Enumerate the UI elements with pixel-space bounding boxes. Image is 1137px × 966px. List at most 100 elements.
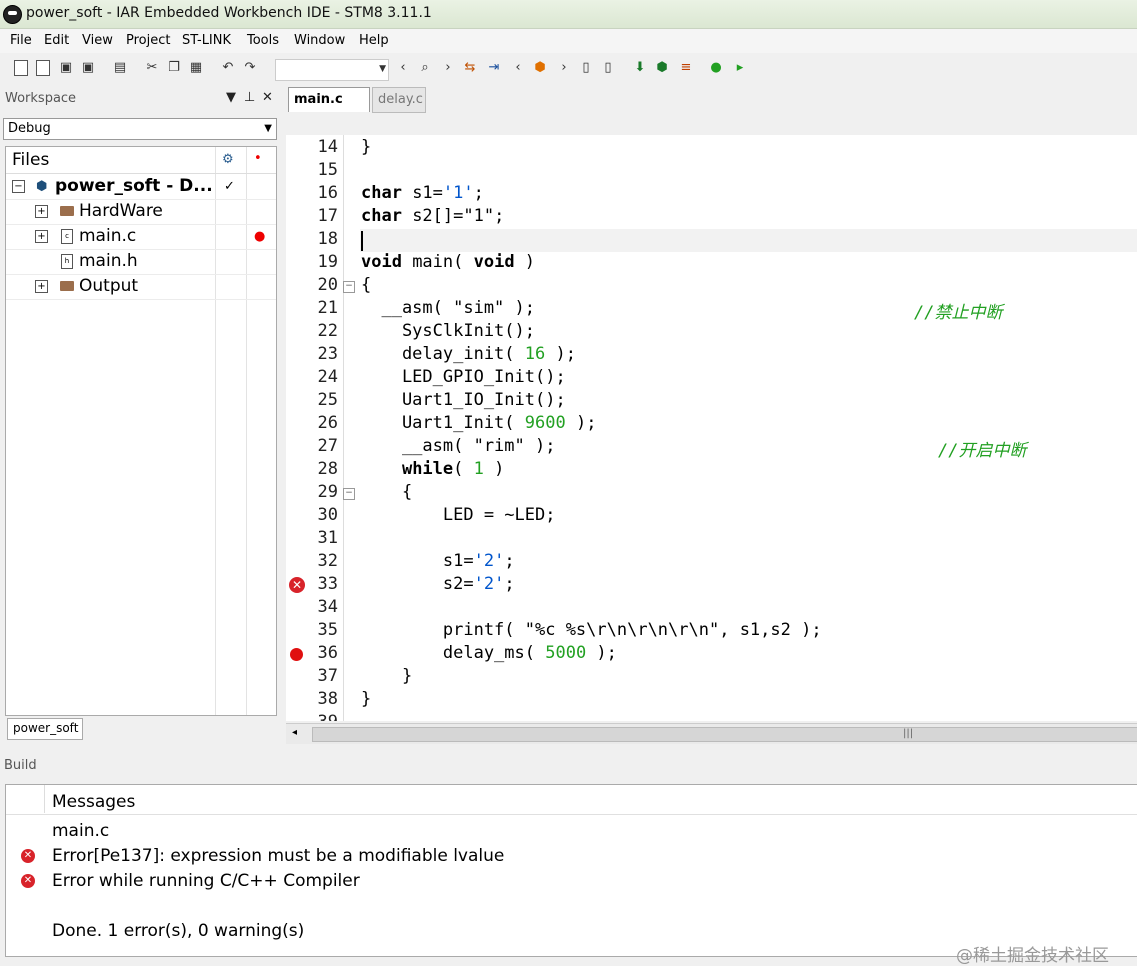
collapse-icon[interactable]: − [12,180,25,193]
code-editor[interactable]: 14} 15 16 char s1='1'; 17 char s2[]="1"; 18 19 v… [286,135,1137,721]
code-line[interactable]: char s2[]="1"; [361,206,504,226]
menu-bar: File Edit View Project ST-LINK Tools Win… [0,29,1137,53]
code-line[interactable]: } [361,137,371,157]
save-all-icon[interactable]: ▣ [80,60,96,76]
new-file-icon[interactable] [36,60,50,76]
scroll-left-icon[interactable]: ◂ [292,727,297,738]
menu-window[interactable]: Window [294,33,345,48]
build-messages[interactable]: Messages main.c ✕ Error[Pe137]: expressi… [5,784,1137,966]
navigate-back-icon[interactable]: ‹ [510,60,526,76]
code-line[interactable]: char s1='1'; [361,183,484,203]
message-row[interactable]: Done. 1 error(s), 0 warning(s) [52,921,304,941]
tree-item-main-h[interactable]: h main.h [6,249,276,275]
code-line[interactable]: SysClkInit(); [361,321,535,341]
code-line[interactable]: Uart1_Init( 9600 ); [361,413,597,433]
expand-icon[interactable]: + [35,280,48,293]
expand-icon[interactable]: + [35,205,48,218]
code-line[interactable]: printf( "%c %s\r\n\r\n\r\n", s1,s2 ); [361,620,822,640]
code-line[interactable]: s2='2'; [361,574,515,594]
run-icon[interactable]: ▸ [732,60,748,76]
folder-icon [60,281,74,291]
code-comment: //开启中断 [938,441,1027,461]
code-line[interactable]: delay_ms( 5000 ); [361,643,617,663]
go-icon[interactable]: ● [708,60,724,76]
configuration-select[interactable]: Debug ▼ [3,118,277,140]
code-line[interactable]: { [361,482,412,502]
gear-icon[interactable]: ⚙ [222,152,234,167]
compile-icon[interactable]: ▯ [578,60,594,76]
save-icon[interactable]: ▣ [58,60,74,76]
editor-horizontal-scrollbar[interactable]: ◂ ||| [286,723,1137,744]
close-icon[interactable]: ✕ [262,90,273,105]
new-workspace-icon[interactable] [14,60,28,76]
code-line[interactable]: delay_init( 16 ); [361,344,576,364]
code-line[interactable]: } [361,666,412,686]
pin-icon[interactable]: ⊥ [244,90,255,105]
tree-item-main-c[interactable]: + c main.c ● [6,224,276,250]
paste-icon[interactable]: ▦ [188,60,204,76]
download-debug-icon[interactable]: ⬇ [632,60,648,76]
breakpoint-icon[interactable] [290,648,303,661]
code-line[interactable]: { [361,275,371,295]
print-icon[interactable]: ▤ [112,60,128,76]
files-tree: Files ⚙ • − ⬢ power_soft - D... ✓ + Hard… [5,146,277,716]
tree-item-output[interactable]: + Output [6,274,276,300]
code-line[interactable]: __asm( "rim" ); [361,436,556,456]
make-icon[interactable]: ▯ [600,60,616,76]
code-line[interactable]: LED_GPIO_Init(); [361,367,566,387]
tab-delay-c[interactable]: delay.c [372,87,426,113]
menu-tools[interactable]: Tools [247,33,279,48]
code-line[interactable]: void main( void ) [361,252,535,272]
toggle-breakpoint-icon[interactable]: ≡ [678,60,694,76]
redo-icon[interactable]: ↷ [242,60,258,76]
code-line[interactable]: while( 1 ) [361,459,504,479]
chevron-down-icon: ▼ [379,64,386,74]
grip-icon: ||| [903,728,914,739]
navigate-forward-icon[interactable]: › [556,60,572,76]
debug-without-download-icon[interactable]: ⬢ [654,60,670,76]
code-line[interactable]: __asm( "sim" ); [361,298,535,318]
copy-icon[interactable]: ❐ [166,60,182,76]
undo-icon[interactable]: ↶ [220,60,236,76]
configuration-value: Debug [8,121,51,136]
menu-view[interactable]: View [82,33,113,48]
messages-header: Messages [52,792,136,812]
menu-edit[interactable]: Edit [44,33,69,48]
panel-menu-icon[interactable]: ▼ [226,90,236,105]
files-header: Files ⚙ • [6,147,276,174]
replace-icon[interactable]: ⇆ [462,60,478,76]
fold-toggle-icon[interactable]: − [343,281,355,293]
menu-help[interactable]: Help [359,33,389,48]
bookmark-icon[interactable]: ⬢ [532,60,548,76]
menu-file[interactable]: File [10,33,32,48]
scroll-thumb[interactable]: ||| [312,727,1137,742]
error-icon: ✕ [21,849,35,863]
tree-item-project[interactable]: − ⬢ power_soft - D... ✓ [6,174,276,200]
message-row[interactable]: Error[Pe137]: expression must be a modif… [52,846,504,866]
code-line[interactable]: Uart1_IO_Init(); [361,390,566,410]
menu-st-link[interactable]: ST-LINK [182,33,231,48]
iar-app-icon[interactable] [3,5,22,24]
fold-toggle-icon[interactable]: − [343,488,355,500]
menu-project[interactable]: Project [126,33,170,48]
tree-item-hardware[interactable]: + HardWare [6,199,276,225]
tab-main-c[interactable]: main.c [288,87,370,112]
find-icon[interactable]: ⌕ [417,60,433,76]
find-next-icon[interactable]: › [440,60,456,76]
code-line[interactable]: LED = ~LED; [361,505,556,525]
error-marker-icon[interactable]: ✕ [289,577,305,593]
find-combo[interactable]: ▼ [275,59,389,81]
message-row[interactable]: main.c [52,821,109,841]
find-previous-icon[interactable]: ‹ [395,60,411,76]
line-number: 14 [317,137,338,157]
code-line[interactable]: } [361,689,371,709]
project-icon: ⬢ [36,179,48,194]
cut-icon[interactable]: ✂ [144,60,160,76]
message-row[interactable]: Error while running C/C++ Compiler [52,871,360,891]
tree-item-label: main.h [79,251,138,271]
goto-icon[interactable]: ⇥ [486,60,502,76]
workspace-tab[interactable]: power_soft [7,718,83,740]
code-comment: //禁止中断 [914,303,1003,323]
expand-icon[interactable]: + [35,230,48,243]
code-line[interactable]: s1='2'; [361,551,515,571]
